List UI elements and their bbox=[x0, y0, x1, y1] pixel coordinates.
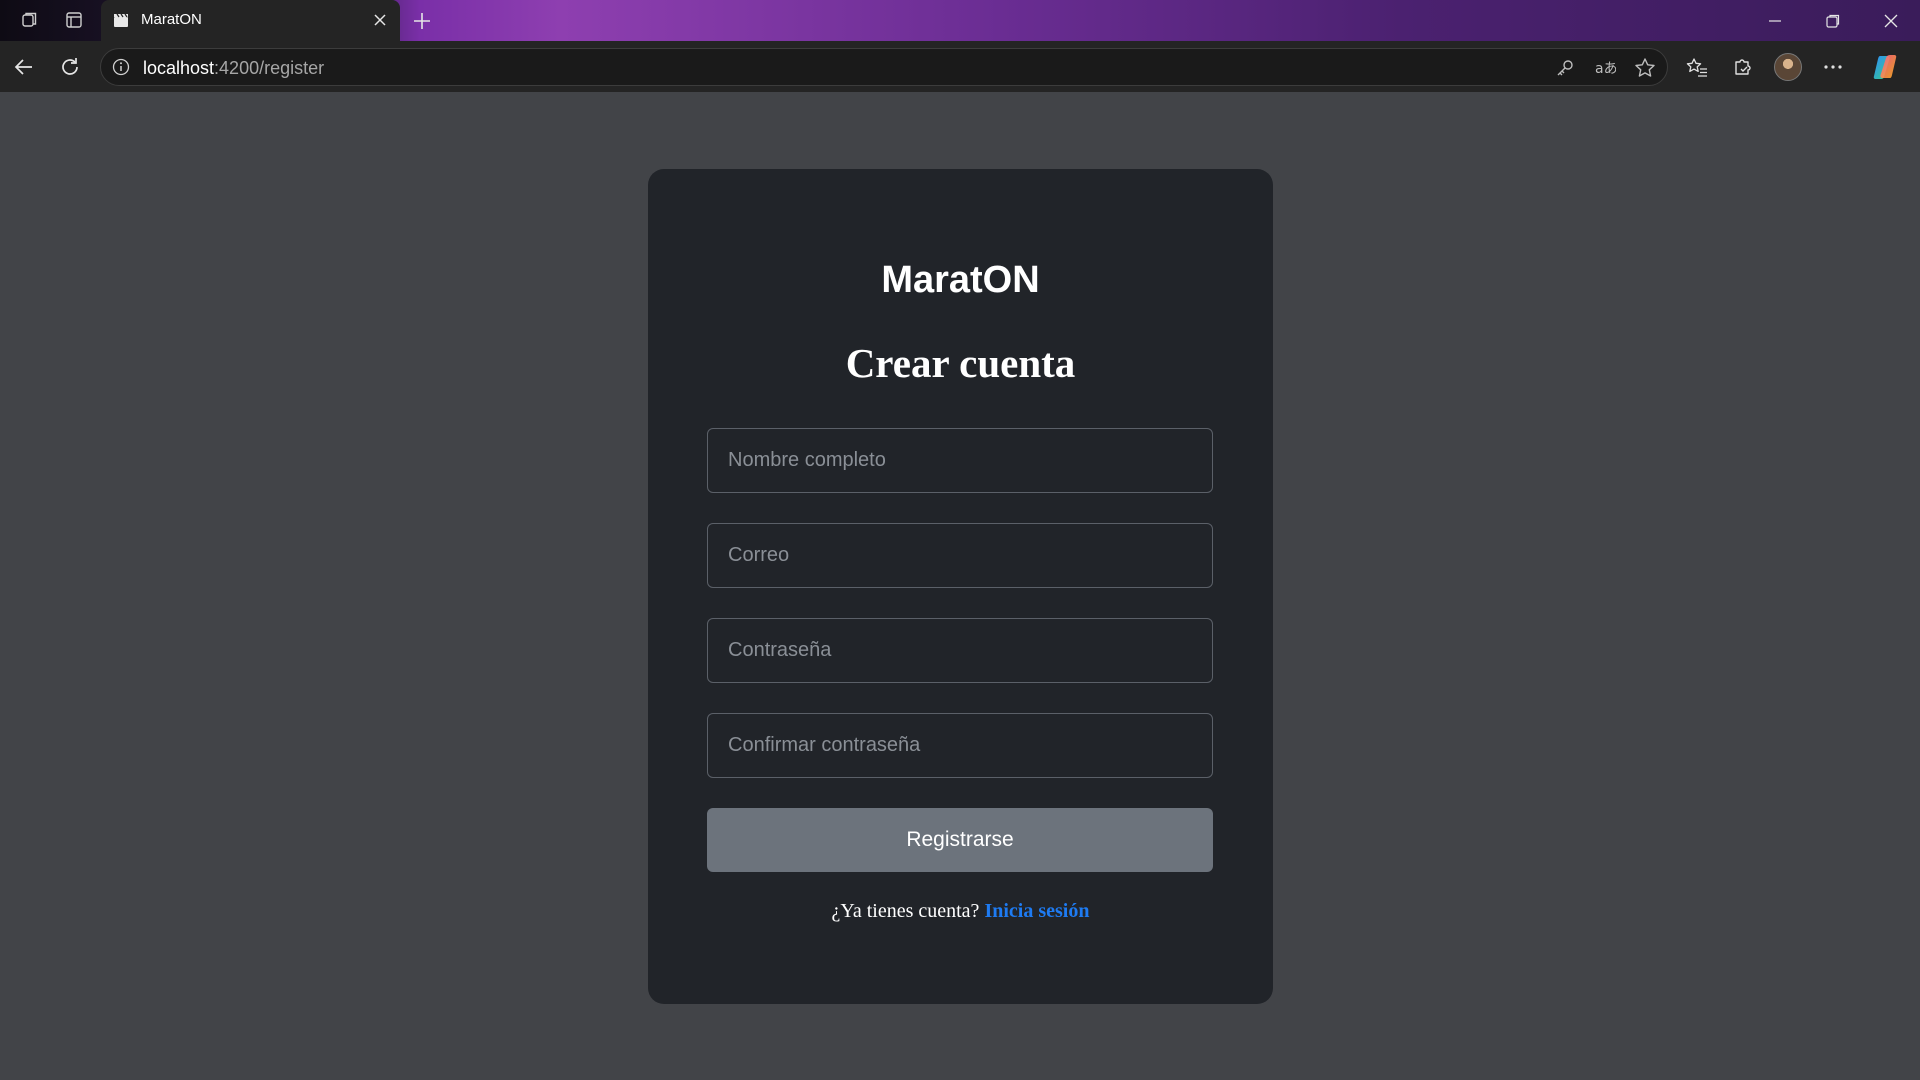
restore-button[interactable] bbox=[1804, 0, 1862, 41]
login-prompt-text: ¿Ya tienes cuenta? bbox=[831, 900, 980, 922]
url-text[interactable]: localhost:4200/register bbox=[143, 58, 324, 79]
favorites-icon[interactable] bbox=[1682, 52, 1712, 82]
minimize-button[interactable] bbox=[1746, 0, 1804, 41]
address-bar[interactable]: localhost:4200/register aあ bbox=[100, 48, 1668, 86]
back-button[interactable] bbox=[9, 52, 39, 82]
close-tab-icon[interactable] bbox=[370, 10, 390, 30]
tab-title: MaratON bbox=[141, 11, 202, 28]
workspaces-icon[interactable] bbox=[18, 8, 42, 32]
more-options-icon[interactable] bbox=[1818, 52, 1848, 82]
new-tab-button[interactable] bbox=[409, 8, 435, 34]
full-name-field[interactable] bbox=[707, 428, 1213, 493]
close-window-button[interactable] bbox=[1862, 0, 1920, 41]
brand-title: MaratON bbox=[881, 259, 1040, 301]
copilot-icon[interactable] bbox=[1870, 52, 1900, 82]
translate-icon[interactable]: aあ bbox=[1593, 56, 1617, 80]
site-info-icon[interactable] bbox=[111, 57, 131, 77]
url-path: :4200/register bbox=[214, 58, 325, 78]
extensions-icon[interactable] bbox=[1728, 52, 1758, 82]
clapperboard-icon bbox=[113, 12, 129, 28]
page-background: MaratON Crear cuenta Registrarse ¿Ya tie… bbox=[0, 92, 1920, 1080]
login-prompt: ¿Ya tienes cuenta? Inicia sesión bbox=[648, 900, 1273, 923]
confirm-password-field[interactable] bbox=[707, 713, 1213, 778]
register-button[interactable]: Registrarse bbox=[707, 808, 1213, 872]
browser-title-bar: MaratON bbox=[0, 0, 1920, 41]
tab-maraton[interactable]: MaratON bbox=[101, 0, 400, 41]
browser-toolbar: localhost:4200/register aあ bbox=[0, 41, 1920, 92]
favorite-star-icon[interactable] bbox=[1633, 56, 1657, 80]
page-heading: Crear cuenta bbox=[845, 340, 1076, 386]
refresh-button[interactable] bbox=[55, 52, 85, 82]
svg-text:aあ: aあ bbox=[1595, 61, 1616, 77]
key-icon[interactable] bbox=[1553, 56, 1577, 80]
register-card: MaratON Crear cuenta Registrarse ¿Ya tie… bbox=[648, 169, 1273, 1004]
email-field[interactable] bbox=[707, 523, 1213, 588]
url-host: localhost bbox=[143, 58, 215, 78]
profile-avatar[interactable] bbox=[1774, 53, 1802, 81]
password-field[interactable] bbox=[707, 618, 1213, 683]
vertical-tabs-icon[interactable] bbox=[62, 8, 86, 32]
login-link[interactable]: Inicia sesión bbox=[984, 900, 1089, 922]
